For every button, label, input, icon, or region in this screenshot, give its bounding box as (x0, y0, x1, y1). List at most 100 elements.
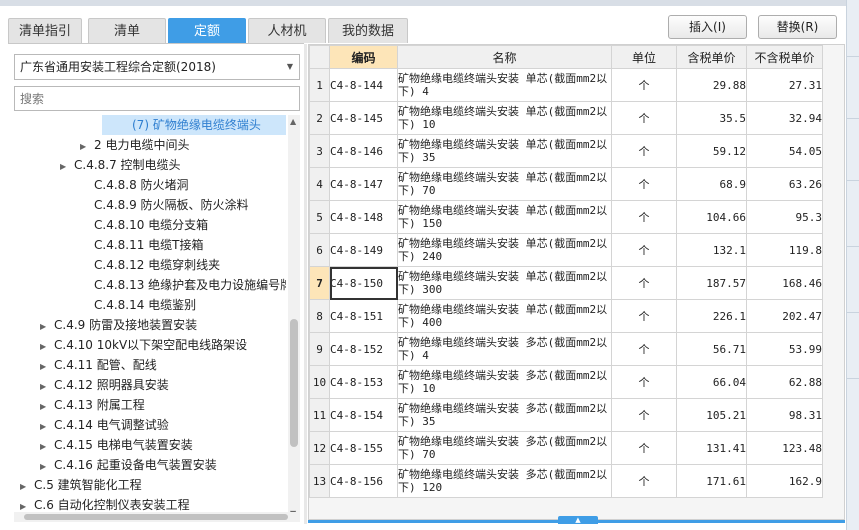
expand-arrow-icon[interactable]: ▶ (40, 457, 54, 477)
cell-notax-price[interactable]: 98.31 (746, 398, 823, 432)
column-header-unit[interactable]: 单位 (611, 45, 677, 69)
tree-node[interactable]: ▶ C.5 建筑智能化工程 (20, 475, 142, 495)
cell-tax-price[interactable]: 29.88 (676, 68, 747, 102)
row-number[interactable]: 2 (309, 101, 330, 135)
table-row[interactable]: 3 C4-8-146 矿物绝缘电缆终端头安装 单芯(截面mm2以下) 35 个 59.1… (309, 134, 823, 168)
cell-unit[interactable]: 个 (611, 68, 677, 102)
quota-library-select[interactable]: 广东省通用安装工程综合定额(2018) ▼ (14, 54, 300, 80)
cell-tax-price[interactable]: 66.04 (676, 365, 747, 399)
cell-name[interactable]: 矿物绝缘电缆终端头安装 多芯(截面mm2以下) 120 (397, 464, 612, 498)
cell-name[interactable]: 矿物绝缘电缆终端头安装 多芯(截面mm2以下) 35 (397, 398, 612, 432)
table-row[interactable]: 9 C4-8-152 矿物绝缘电缆终端头安装 多芯(截面mm2以下) 4 个 56.71… (309, 332, 823, 366)
table-row[interactable]: 7 C4-8-150 矿物绝缘电缆终端头安装 单芯(截面mm2以下) 300 个 187… (309, 266, 823, 300)
table-row[interactable]: 5 C4-8-148 矿物绝缘电缆终端头安装 单芯(截面mm2以下) 150 个 104… (309, 200, 823, 234)
cell-name[interactable]: 矿物绝缘电缆终端头安装 单芯(截面mm2以下) 400 (397, 299, 612, 333)
cell-notax-price[interactable]: 119.8 (746, 233, 823, 267)
cell-name[interactable]: 矿物绝缘电缆终端头安装 多芯(截面mm2以下) 10 (397, 365, 612, 399)
column-header-name[interactable]: 名称 (397, 45, 612, 69)
cell-notax-price[interactable]: 63.26 (746, 167, 823, 201)
cell-tax-price[interactable]: 59.12 (676, 134, 747, 168)
search-input[interactable] (14, 86, 300, 111)
column-header-tax-price[interactable]: 含税单价 (676, 45, 747, 69)
cell-notax-price[interactable]: 54.05 (746, 134, 823, 168)
replace-button[interactable]: 替换(R) (758, 15, 837, 39)
cell-name[interactable]: 矿物绝缘电缆终端头安装 单芯(截面mm2以下) 4 (397, 68, 612, 102)
cell-unit[interactable]: 个 (611, 464, 677, 498)
tree-node[interactable]: ▶(7) 矿物绝缘电缆终端头 (102, 115, 286, 135)
tree-node[interactable]: ▶C.4.8.13 绝缘护套及电力设施编号牌 (80, 275, 286, 295)
table-row[interactable]: 4 C4-8-147 矿物绝缘电缆终端头安装 单芯(截面mm2以下) 70 个 68.9… (309, 167, 823, 201)
row-number[interactable]: 9 (309, 332, 330, 366)
tab-1[interactable]: 清单 (88, 18, 166, 43)
cell-name[interactable]: 矿物绝缘电缆终端头安装 单芯(截面mm2以下) 150 (397, 200, 612, 234)
tree-node[interactable]: ▶C.4.8.12 电缆穿刺线夹 (80, 255, 220, 275)
cell-name[interactable]: 矿物绝缘电缆终端头安装 多芯(截面mm2以下) 4 (397, 332, 612, 366)
cell-name[interactable]: 矿物绝缘电缆终端头安装 单芯(截面mm2以下) 35 (397, 134, 612, 168)
table-row[interactable]: 2 C4-8-145 矿物绝缘电缆终端头安装 单芯(截面mm2以下) 10 个 35.5… (309, 101, 823, 135)
cell-tax-price[interactable]: 171.61 (676, 464, 747, 498)
cell-tax-price[interactable]: 131.41 (676, 431, 747, 465)
table-row[interactable]: 10 C4-8-153 矿物绝缘电缆终端头安装 多芯(截面mm2以下) 10 个 66.… (309, 365, 823, 399)
cell-code[interactable]: C4-8-148 (329, 200, 398, 234)
cell-unit[interactable]: 个 (611, 365, 677, 399)
tab-3[interactable]: 人材机 (248, 18, 326, 43)
cell-unit[interactable]: 个 (611, 200, 677, 234)
expand-arrow-icon[interactable]: ▶ (40, 317, 54, 337)
cell-name[interactable]: 矿物绝缘电缆终端头安装 多芯(截面mm2以下) 70 (397, 431, 612, 465)
expand-arrow-icon[interactable]: ▶ (60, 157, 74, 177)
expand-arrow-icon[interactable]: ▶ (40, 357, 54, 377)
table-row[interactable]: 8 C4-8-151 矿物绝缘电缆终端头安装 单芯(截面mm2以下) 400 个 226… (309, 299, 823, 333)
cell-unit[interactable]: 个 (611, 101, 677, 135)
cell-unit[interactable]: 个 (611, 431, 677, 465)
expand-arrow-icon[interactable]: ▶ (40, 417, 54, 437)
row-number[interactable]: 5 (309, 200, 330, 234)
table-row[interactable]: 11 C4-8-154 矿物绝缘电缆终端头安装 多芯(截面mm2以下) 35 个 105… (309, 398, 823, 432)
cell-code[interactable]: C4-8-147 (329, 167, 398, 201)
cell-tax-price[interactable]: 226.1 (676, 299, 747, 333)
cell-code[interactable]: C4-8-155 (329, 431, 398, 465)
expand-arrow-icon[interactable]: ▶ (20, 477, 34, 497)
cell-notax-price[interactable]: 27.31 (746, 68, 823, 102)
tree-node[interactable]: ▶ C.4.13 附属工程 (40, 395, 145, 415)
cell-tax-price[interactable]: 132.1 (676, 233, 747, 267)
row-number-header[interactable] (309, 45, 330, 69)
cell-code[interactable]: C4-8-144 (329, 68, 398, 102)
tree-scroll-thumb[interactable] (290, 319, 298, 447)
cell-tax-price[interactable]: 187.57 (676, 266, 747, 300)
cell-name[interactable]: 矿物绝缘电缆终端头安装 单芯(截面mm2以下) 240 (397, 233, 612, 267)
tree-node[interactable]: ▶ C.4.11 配管、配线 (40, 355, 157, 375)
table-row[interactable]: 1 C4-8-144 矿物绝缘电缆终端头安装 单芯(截面mm2以下) 4 个 29.88… (309, 68, 823, 102)
tree-node[interactable]: ▶C.4.8.8 防火堵洞 (80, 175, 189, 195)
cell-notax-price[interactable]: 202.47 (746, 299, 823, 333)
tree-node[interactable]: ▶ C.4.16 起重设备电气装置安装 (40, 455, 217, 475)
cell-code[interactable]: C4-8-145 (329, 101, 398, 135)
cell-name[interactable]: 矿物绝缘电缆终端头安装 单芯(截面mm2以下) 10 (397, 101, 612, 135)
cell-tax-price[interactable]: 104.66 (676, 200, 747, 234)
cell-code[interactable]: C4-8-149 (329, 233, 398, 267)
cell-code[interactable]: C4-8-151 (329, 299, 398, 333)
panel-splitter[interactable] (304, 44, 307, 524)
tree-node[interactable]: ▶ 2 电力电缆中间头 (80, 135, 189, 155)
cell-code[interactable]: C4-8-150 (329, 266, 398, 300)
cell-unit[interactable]: 个 (611, 266, 677, 300)
expand-arrow-icon[interactable]: ▶ (40, 337, 54, 357)
cell-notax-price[interactable]: 53.99 (746, 332, 823, 366)
cell-code[interactable]: C4-8-153 (329, 365, 398, 399)
cell-name[interactable]: 矿物绝缘电缆终端头安装 单芯(截面mm2以下) 300 (397, 266, 612, 300)
cell-tax-price[interactable]: 56.71 (676, 332, 747, 366)
row-number[interactable]: 12 (309, 431, 330, 465)
row-number[interactable]: 6 (309, 233, 330, 267)
scroll-up-icon[interactable]: ▲ (290, 117, 296, 126)
cell-unit[interactable]: 个 (611, 398, 677, 432)
tree-node[interactable]: ▶ C.4.12 照明器具安装 (40, 375, 169, 395)
column-header-notax-price[interactable]: 不含税单价 (746, 45, 823, 69)
cell-notax-price[interactable]: 95.3 (746, 200, 823, 234)
row-number[interactable]: 13 (309, 464, 330, 498)
tab-0[interactable]: 清单指引 (8, 18, 82, 43)
cell-code[interactable]: C4-8-156 (329, 464, 398, 498)
table-row[interactable]: 6 C4-8-149 矿物绝缘电缆终端头安装 单芯(截面mm2以下) 240 个 132… (309, 233, 823, 267)
tree-node[interactable]: ▶ C.4.14 电气调整试验 (40, 415, 169, 435)
expand-arrow-icon[interactable]: ▶ (80, 137, 94, 157)
cell-code[interactable]: C4-8-152 (329, 332, 398, 366)
collapse-handle-icon[interactable]: ▲ (558, 516, 598, 524)
